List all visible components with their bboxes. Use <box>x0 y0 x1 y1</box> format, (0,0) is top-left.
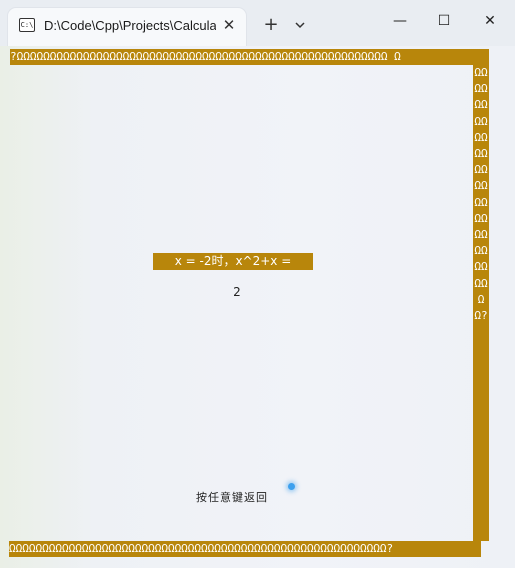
close-window-button[interactable]: ✕ <box>468 6 512 36</box>
border-top: ?ΩΩΩΩΩΩΩΩΩΩΩΩΩΩΩΩΩΩΩΩΩΩΩΩΩΩΩΩΩΩΩΩΩΩΩΩΩΩΩ… <box>10 49 489 65</box>
equation-label: x = -2时，x^2+x = <box>153 253 313 270</box>
terminal-icon: C:\ <box>19 18 35 32</box>
new-tab-button[interactable]: + <box>258 13 284 37</box>
border-right: ΩΩΩΩΩΩΩΩΩΩΩΩΩΩΩΩΩΩΩΩΩΩΩΩΩΩΩΩΩΩ? <box>473 65 489 541</box>
maximize-button[interactable]: ☐ <box>422 6 466 36</box>
press-any-key-prompt: 按任意键返回 <box>196 491 268 504</box>
terminal-tab[interactable]: C:\ D:\Code\Cpp\Projects\Calcula ✕ <box>8 8 246 46</box>
minimize-button[interactable]: — <box>378 6 422 36</box>
tab-dropdown-button[interactable] <box>288 13 312 37</box>
cursor-indicator <box>288 483 295 490</box>
tab-title: D:\Code\Cpp\Projects\Calcula <box>44 18 216 33</box>
console-area[interactable]: ?ΩΩΩΩΩΩΩΩΩΩΩΩΩΩΩΩΩΩΩΩΩΩΩΩΩΩΩΩΩΩΩΩΩΩΩΩΩΩΩ… <box>0 46 515 568</box>
border-bottom: ΩΩΩΩΩΩΩΩΩΩΩΩΩΩΩΩΩΩΩΩΩΩΩΩΩΩΩΩΩΩΩΩΩΩΩΩΩΩΩΩ… <box>9 541 481 557</box>
title-bar: C:\ D:\Code\Cpp\Projects\Calcula ✕ + — ☐… <box>0 0 515 46</box>
chevron-down-icon <box>295 22 305 29</box>
result-value: 2 <box>233 285 241 299</box>
close-tab-icon[interactable]: ✕ <box>218 14 240 36</box>
